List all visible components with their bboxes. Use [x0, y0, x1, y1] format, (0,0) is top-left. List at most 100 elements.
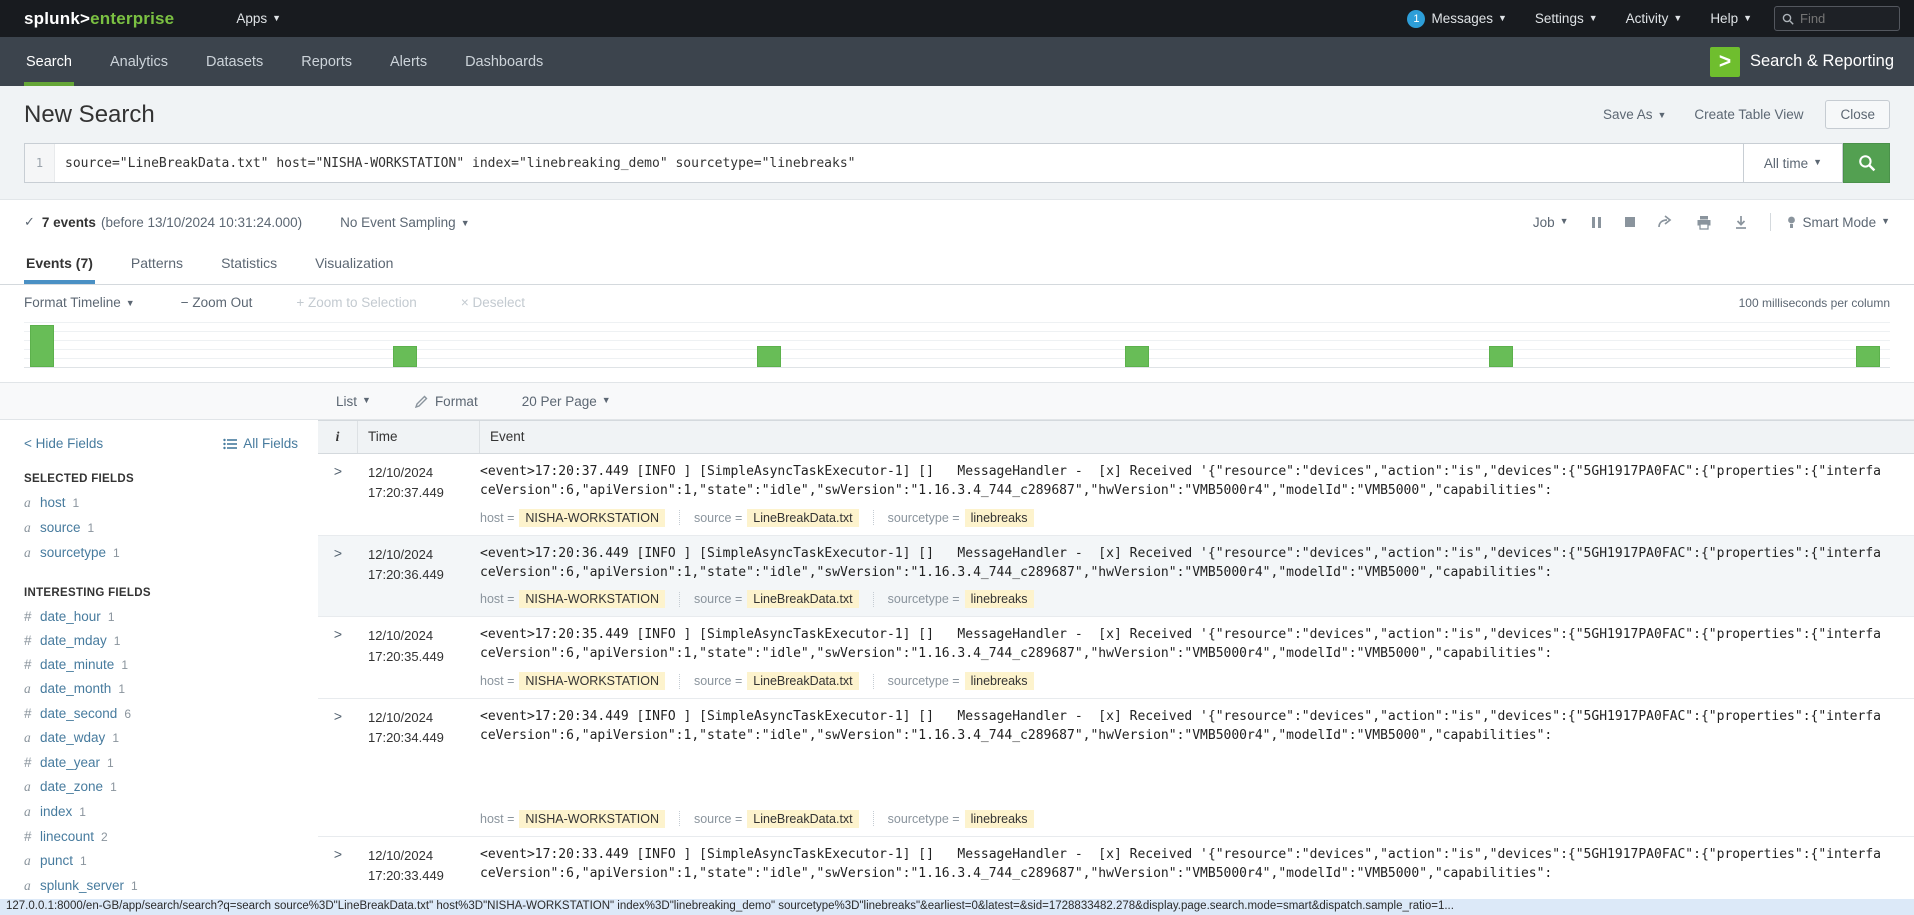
field-value-count: 6	[124, 707, 131, 721]
field-name-link[interactable]: date_year	[40, 755, 100, 770]
source-field-value[interactable]: LineBreakData.txt	[747, 509, 858, 527]
expand-event-chevron-icon[interactable]: >	[318, 545, 358, 609]
zoom-to-selection-button: + Zoom to Selection	[296, 295, 416, 310]
search-query-input[interactable]: source="LineBreakData.txt" host="NISHA-W…	[55, 144, 1743, 182]
hide-fields-link[interactable]: < Hide Fields	[24, 436, 103, 451]
nav-tab-datasets[interactable]: Datasets	[204, 37, 265, 86]
tab-visualization[interactable]: Visualization	[313, 244, 395, 284]
tab-patterns[interactable]: Patterns	[129, 244, 185, 284]
field-name-link[interactable]: index	[40, 804, 72, 819]
expand-event-chevron-icon[interactable]: >	[318, 463, 358, 527]
search-mode-menu[interactable]: Smart Mode▼	[1787, 215, 1890, 230]
activity-menu[interactable]: Activity▼	[1612, 11, 1697, 26]
search-submit-button[interactable]	[1843, 143, 1890, 183]
expand-event-chevron-icon[interactable]: >	[318, 846, 358, 880]
field-name-link[interactable]: date_wday	[40, 730, 105, 745]
per-page-menu[interactable]: 20 Per Page▼	[522, 394, 611, 409]
find-search-box[interactable]	[1774, 6, 1900, 31]
tab-events[interactable]: Events (7)	[24, 244, 95, 284]
field-name-link[interactable]: punct	[40, 853, 73, 868]
source-field-value[interactable]: LineBreakData.txt	[747, 672, 858, 690]
nav-tab-alerts[interactable]: Alerts	[388, 37, 429, 86]
nav-tab-search[interactable]: Search	[24, 37, 74, 86]
chevron-down-icon: ▼	[602, 395, 611, 405]
settings-menu[interactable]: Settings▼	[1521, 11, 1612, 26]
messages-menu[interactable]: 1 Messages▼	[1393, 10, 1520, 28]
timeline-bar[interactable]	[30, 325, 54, 367]
tab-statistics[interactable]: Statistics	[219, 244, 279, 284]
fields-sidebar: < Hide Fields All Fields SELECTED FIELDS…	[0, 420, 318, 880]
sourcetype-field-value[interactable]: linebreaks	[965, 672, 1034, 690]
search-query-box[interactable]: 1 source="LineBreakData.txt" host="NISHA…	[24, 143, 1743, 183]
host-field-value[interactable]: NISHA-WORKSTATION	[519, 672, 665, 690]
host-field-value[interactable]: NISHA-WORKSTATION	[519, 810, 665, 828]
field-name-link[interactable]: date_second	[40, 706, 117, 721]
nav-tab-analytics[interactable]: Analytics	[108, 37, 170, 86]
format-timeline-menu[interactable]: Format Timeline▼	[24, 295, 135, 310]
time-range-picker[interactable]: All time▼	[1743, 143, 1843, 183]
field-name-link[interactable]: date_zone	[40, 779, 103, 794]
share-job-button[interactable]	[1657, 215, 1674, 229]
field-name-link[interactable]: linecount	[40, 829, 94, 844]
create-table-view-link[interactable]: Create Table View	[1694, 107, 1803, 122]
field-name-link[interactable]: date_month	[40, 681, 111, 696]
all-fields-link[interactable]: All Fields	[223, 436, 298, 451]
field-value-count: 1	[113, 546, 120, 560]
find-input[interactable]	[1800, 11, 1880, 26]
field-name-link[interactable]: date_minute	[40, 657, 114, 672]
field-list-item: a date_month 1	[24, 681, 298, 697]
nav-tab-reports[interactable]: Reports	[299, 37, 354, 86]
timeline-bar[interactable]	[1856, 346, 1880, 367]
sourcetype-field-value[interactable]: linebreaks	[965, 509, 1034, 527]
expand-event-chevron-icon[interactable]: >	[318, 708, 358, 828]
job-done-check-icon: ✓	[24, 214, 35, 230]
field-separator	[873, 674, 874, 689]
timeline-bar[interactable]	[1125, 346, 1149, 367]
chevron-down-icon: ▼	[126, 298, 135, 308]
field-name-link[interactable]: date_hour	[40, 609, 101, 624]
job-menu[interactable]: Job▼	[1533, 215, 1569, 230]
sourcetype-field-value[interactable]: linebreaks	[965, 810, 1034, 828]
timeline-bar[interactable]	[757, 346, 781, 367]
field-name-link[interactable]: sourcetype	[40, 545, 106, 560]
list-view-menu[interactable]: List▼	[336, 394, 371, 409]
field-value-count: 1	[118, 682, 125, 696]
expand-event-chevron-icon[interactable]: >	[318, 626, 358, 690]
field-name-link[interactable]: host	[40, 495, 66, 510]
host-field-value[interactable]: NISHA-WORKSTATION	[519, 509, 665, 527]
event-sampling-menu[interactable]: No Event Sampling▼	[340, 215, 469, 230]
close-button[interactable]: Close	[1825, 100, 1890, 129]
format-results-menu[interactable]: Format	[415, 394, 478, 409]
field-type-icon: #	[24, 755, 40, 770]
splunk-logo[interactable]: splunk>enterprise	[24, 9, 174, 29]
stop-job-button[interactable]	[1625, 217, 1635, 227]
field-name-link[interactable]: date_mday	[40, 633, 107, 648]
nav-tab-dashboards[interactable]: Dashboards	[463, 37, 545, 86]
help-menu[interactable]: Help▼	[1696, 11, 1766, 26]
export-button[interactable]	[1734, 215, 1748, 230]
apps-menu[interactable]: Apps▼	[222, 11, 295, 26]
sourcetype-field-value[interactable]: linebreaks	[965, 590, 1034, 608]
splunk-logo-text: splunk>	[24, 9, 90, 28]
field-name-link[interactable]: splunk_server	[40, 878, 124, 893]
hide-fields-label: Hide Fields	[36, 436, 104, 451]
source-field-value[interactable]: LineBreakData.txt	[747, 810, 858, 828]
field-list-item: a splunk_server 1	[24, 878, 298, 894]
timeline-bar[interactable]	[393, 346, 417, 367]
source-field-label: source =	[694, 592, 742, 606]
event-raw-line-2: ceVersion":6,"apiVersion":1,"state":"idl…	[480, 564, 1914, 583]
print-button[interactable]	[1696, 215, 1712, 230]
timeline-chart[interactable]	[24, 322, 1890, 368]
zoom-out-button[interactable]: − Zoom Out	[181, 295, 253, 310]
host-field-label: host =	[480, 674, 514, 688]
chevron-down-icon: ▼	[461, 218, 470, 228]
host-field-value[interactable]: NISHA-WORKSTATION	[519, 590, 665, 608]
source-field-value[interactable]: LineBreakData.txt	[747, 590, 858, 608]
pause-job-button[interactable]	[1591, 217, 1603, 228]
timeline-bar[interactable]	[1489, 346, 1513, 367]
save-as-menu[interactable]: Save As▼	[1603, 107, 1666, 122]
field-name-link[interactable]: source	[40, 520, 81, 535]
app-identity[interactable]: > Search & Reporting	[1710, 37, 1914, 86]
pencil-icon	[415, 395, 428, 408]
query-line-number: 1	[25, 144, 55, 182]
